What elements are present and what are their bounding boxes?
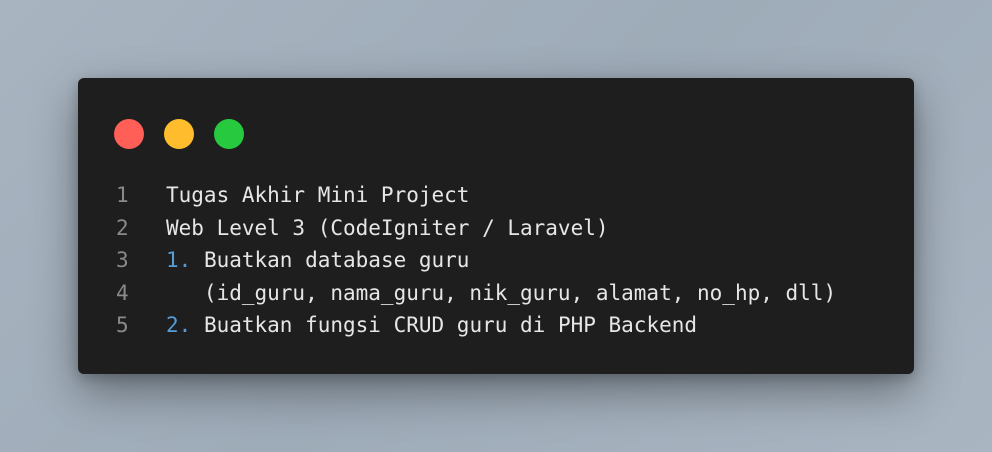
code-line: 1 Tugas Akhir Mini Project (112, 179, 894, 212)
code-line: 4 (id_guru, nama_guru, nik_guru, alamat,… (112, 277, 894, 310)
line-text: (id_guru, nama_guru, nik_guru, alamat, n… (166, 277, 894, 310)
line-number: 5 (116, 313, 129, 337)
line-text: Tugas Akhir Mini Project (166, 179, 894, 212)
list-marker: 1. (166, 248, 192, 272)
line-text: 2. Buatkan fungsi CRUD guru di PHP Backe… (166, 309, 894, 342)
line-number: 4 (116, 280, 129, 305)
minimize-dot-icon[interactable] (164, 119, 194, 149)
line-number: 2 (116, 215, 129, 240)
close-dot-icon[interactable] (114, 119, 144, 149)
line-content: Tugas Akhir Mini Project (166, 183, 470, 207)
code-line: 3 1. Buatkan database guru (112, 244, 894, 277)
line-content: Web Level 3 (CodeIgniter / Laravel) (166, 215, 609, 240)
code-window: 1 Tugas Akhir Mini Project 2 Web Level 3… (78, 78, 914, 374)
window-controls (114, 119, 244, 149)
code-block: 1 Tugas Akhir Mini Project 2 Web Level 3… (112, 179, 894, 342)
zoom-dot-icon[interactable] (214, 119, 244, 149)
line-content: (id_guru, nama_guru, nik_guru, alamat, n… (166, 280, 837, 305)
line-content: Buatkan database guru (191, 248, 470, 272)
code-line: 2 Web Level 3 (CodeIgniter / Laravel) (112, 212, 894, 245)
line-content: Buatkan fungsi CRUD guru di PHP Backend (191, 313, 698, 337)
line-text: 1. Buatkan database guru (166, 244, 894, 277)
list-marker: 2. (166, 313, 192, 337)
line-number: 3 (116, 248, 129, 272)
line-number: 1 (116, 183, 129, 207)
line-text: Web Level 3 (CodeIgniter / Laravel) (166, 212, 894, 245)
code-line: 5 2. Buatkan fungsi CRUD guru di PHP Bac… (112, 309, 894, 342)
